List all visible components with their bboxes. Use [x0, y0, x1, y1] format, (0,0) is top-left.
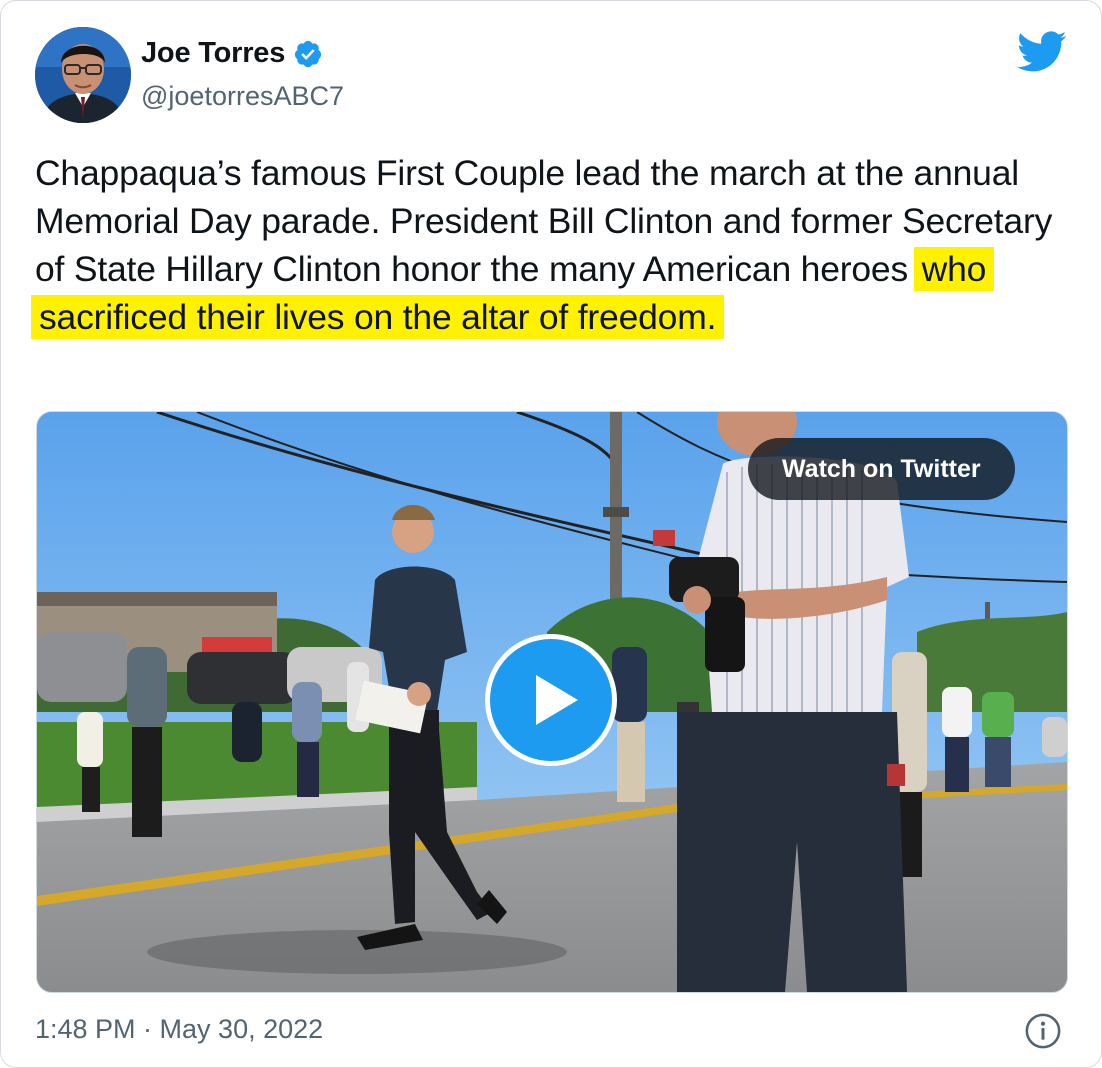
tweet-timestamp[interactable]: 1:48 PM · May 30, 2022 [35, 1014, 323, 1045]
info-icon[interactable] [1024, 1012, 1062, 1050]
author-display-name[interactable]: Joe Torres [141, 37, 285, 70]
verified-badge-icon [295, 40, 322, 67]
tweet-text-plain: Chappaqua’s famous First Couple lead the… [35, 153, 1053, 289]
author-handle[interactable]: @joetorresABC7 [141, 81, 344, 112]
author-name-row[interactable]: Joe Torres [141, 37, 323, 70]
tweet-text: Chappaqua’s famous First Couple lead the… [31, 149, 1075, 341]
play-button[interactable] [485, 634, 617, 766]
tweet-card: Joe Torres @joetorresABC7 Chappaqua’s fa… [0, 0, 1102, 1068]
author-avatar[interactable] [35, 27, 131, 123]
twitter-bird-icon[interactable] [1017, 31, 1067, 73]
video-player[interactable]: Watch on Twitter [36, 411, 1068, 993]
watch-on-twitter-button[interactable]: Watch on Twitter [748, 438, 1015, 500]
avatar-photo [35, 27, 131, 123]
play-icon [536, 675, 578, 725]
